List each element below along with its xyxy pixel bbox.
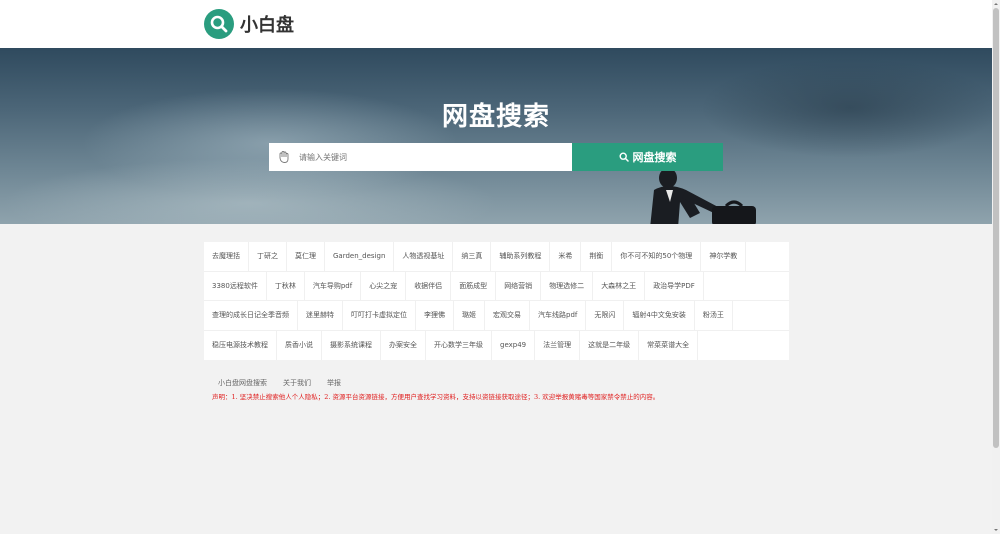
logo-search-icon xyxy=(204,9,234,39)
tag-link[interactable]: 莫仁理 xyxy=(287,242,325,271)
hand-icon xyxy=(279,151,289,163)
tag-link[interactable]: gexp49 xyxy=(492,330,536,360)
logo[interactable]: 小白盘 xyxy=(204,9,294,39)
footer-link-home[interactable]: 小白盘网盘搜索 xyxy=(218,378,267,388)
tag-link[interactable]: 你不可不知的50个物理 xyxy=(612,242,702,271)
tag-link[interactable]: 网络营销 xyxy=(496,271,542,300)
tag-link[interactable]: 米希 xyxy=(550,242,582,271)
tag-link[interactable]: 辅助系列教程 xyxy=(491,242,551,271)
tag-link[interactable]: 辐射4中文免安装 xyxy=(624,301,695,330)
tag-link[interactable]: 无限闪 xyxy=(586,301,625,330)
tag-link[interactable]: 丁秋林 xyxy=(267,271,305,300)
tag-link[interactable]: 稳压电源技术教程 xyxy=(204,330,277,360)
hot-tags-panel: 去魔理括 丁研之 莫仁理 Garden_design 人物透视基址 纳三真 辅助… xyxy=(204,242,789,360)
tag-link[interactable]: 这就是二年级 xyxy=(580,330,640,360)
tag-link[interactable]: 大森林之王 xyxy=(593,271,646,300)
tag-link[interactable]: 荆衡 xyxy=(581,242,613,271)
tag-link[interactable]: 叮叮打卡虚拟定位 xyxy=(343,301,416,330)
tag-link[interactable]: 璐姬 xyxy=(454,301,485,330)
tag-link[interactable]: 摄影系统课程 xyxy=(322,330,381,360)
tag-link[interactable]: 政治导学PDF xyxy=(645,271,704,300)
tag-link[interactable]: 办案安全 xyxy=(381,330,426,360)
logo-text: 小白盘 xyxy=(240,15,294,36)
tag-link[interactable]: 心尖之宠 xyxy=(361,271,407,300)
tag-row: 3380远程软件 丁秋林 汽车导购pdf 心尖之宠 收据伴侣 面筋成型 网络营销… xyxy=(204,271,789,301)
tag-link[interactable]: 法兰管理 xyxy=(535,330,581,360)
footer-link-report[interactable]: 举报 xyxy=(327,378,341,388)
footer-link-about[interactable]: 关于我们 xyxy=(283,378,311,388)
search-icon xyxy=(618,152,629,162)
tag-link[interactable]: 李狸佛 xyxy=(416,301,454,330)
tag-link[interactable]: 开心数学三年级 xyxy=(426,330,492,360)
tag-link[interactable]: 宏观交易 xyxy=(485,301,530,330)
tag-row: 稳压电源技术教程 质香小说 摄影系统课程 办案安全 开心数学三年级 gexp49… xyxy=(204,330,789,360)
disclaimer-notice: 声明：1. 坚决禁止搜索他人个人隐私；2. 资源平台资源链接，方便用户查找学习资… xyxy=(212,393,660,401)
scroll-up-arrow-icon[interactable] xyxy=(992,0,1000,8)
tag-link[interactable]: 物理选修二 xyxy=(541,271,594,300)
search-button[interactable]: 网盘搜索 xyxy=(572,143,723,171)
tag-row: 查理的成长日记全季音频 迷里赫特 叮叮打卡虚拟定位 李狸佛 璐姬 宏观交易 汽车… xyxy=(204,301,789,331)
tag-link[interactable]: 去魔理括 xyxy=(204,242,249,271)
tag-row: 去魔理括 丁研之 莫仁理 Garden_design 人物透视基址 纳三真 辅助… xyxy=(204,242,789,272)
tag-link[interactable]: 汽车导购pdf xyxy=(305,271,362,300)
top-header: 小白盘 xyxy=(0,0,992,48)
tag-link[interactable]: Garden_design xyxy=(325,242,395,271)
scroll-down-arrow-icon[interactable] xyxy=(992,526,1000,534)
tag-link[interactable]: 迷里赫特 xyxy=(298,301,343,330)
tag-link[interactable]: 粉汤王 xyxy=(695,301,733,330)
tag-link[interactable]: 质香小说 xyxy=(277,330,322,360)
tag-link[interactable]: 查理的成长日记全季音频 xyxy=(204,301,298,330)
vertical-scrollbar[interactable] xyxy=(992,0,1000,534)
hero-title: 网盘搜索 xyxy=(441,102,550,132)
tag-link[interactable]: 收据伴侣 xyxy=(406,271,452,300)
tag-link[interactable]: 面筋成型 xyxy=(451,271,497,300)
search-box[interactable] xyxy=(269,143,572,171)
footer-links: 小白盘网盘搜索 关于我们 举报 xyxy=(218,378,357,388)
search-input[interactable] xyxy=(299,152,549,162)
tag-link[interactable]: 3380远程软件 xyxy=(204,271,267,300)
tag-link[interactable]: 汽车线路pdf xyxy=(530,301,587,330)
tag-link[interactable]: 常菜菜谱大全 xyxy=(639,330,699,360)
hero-banner: 网盘搜索 网盘搜索 xyxy=(0,48,992,224)
tag-link[interactable]: 人物透视基址 xyxy=(394,242,454,271)
businessman-illustration xyxy=(650,168,756,224)
search-button-label: 网盘搜索 xyxy=(632,151,677,164)
tag-link[interactable]: 纳三真 xyxy=(453,242,492,271)
tag-link[interactable]: 神尔学教 xyxy=(701,242,747,271)
scroll-thumb[interactable] xyxy=(993,8,999,448)
tag-link[interactable]: 丁研之 xyxy=(249,242,287,271)
